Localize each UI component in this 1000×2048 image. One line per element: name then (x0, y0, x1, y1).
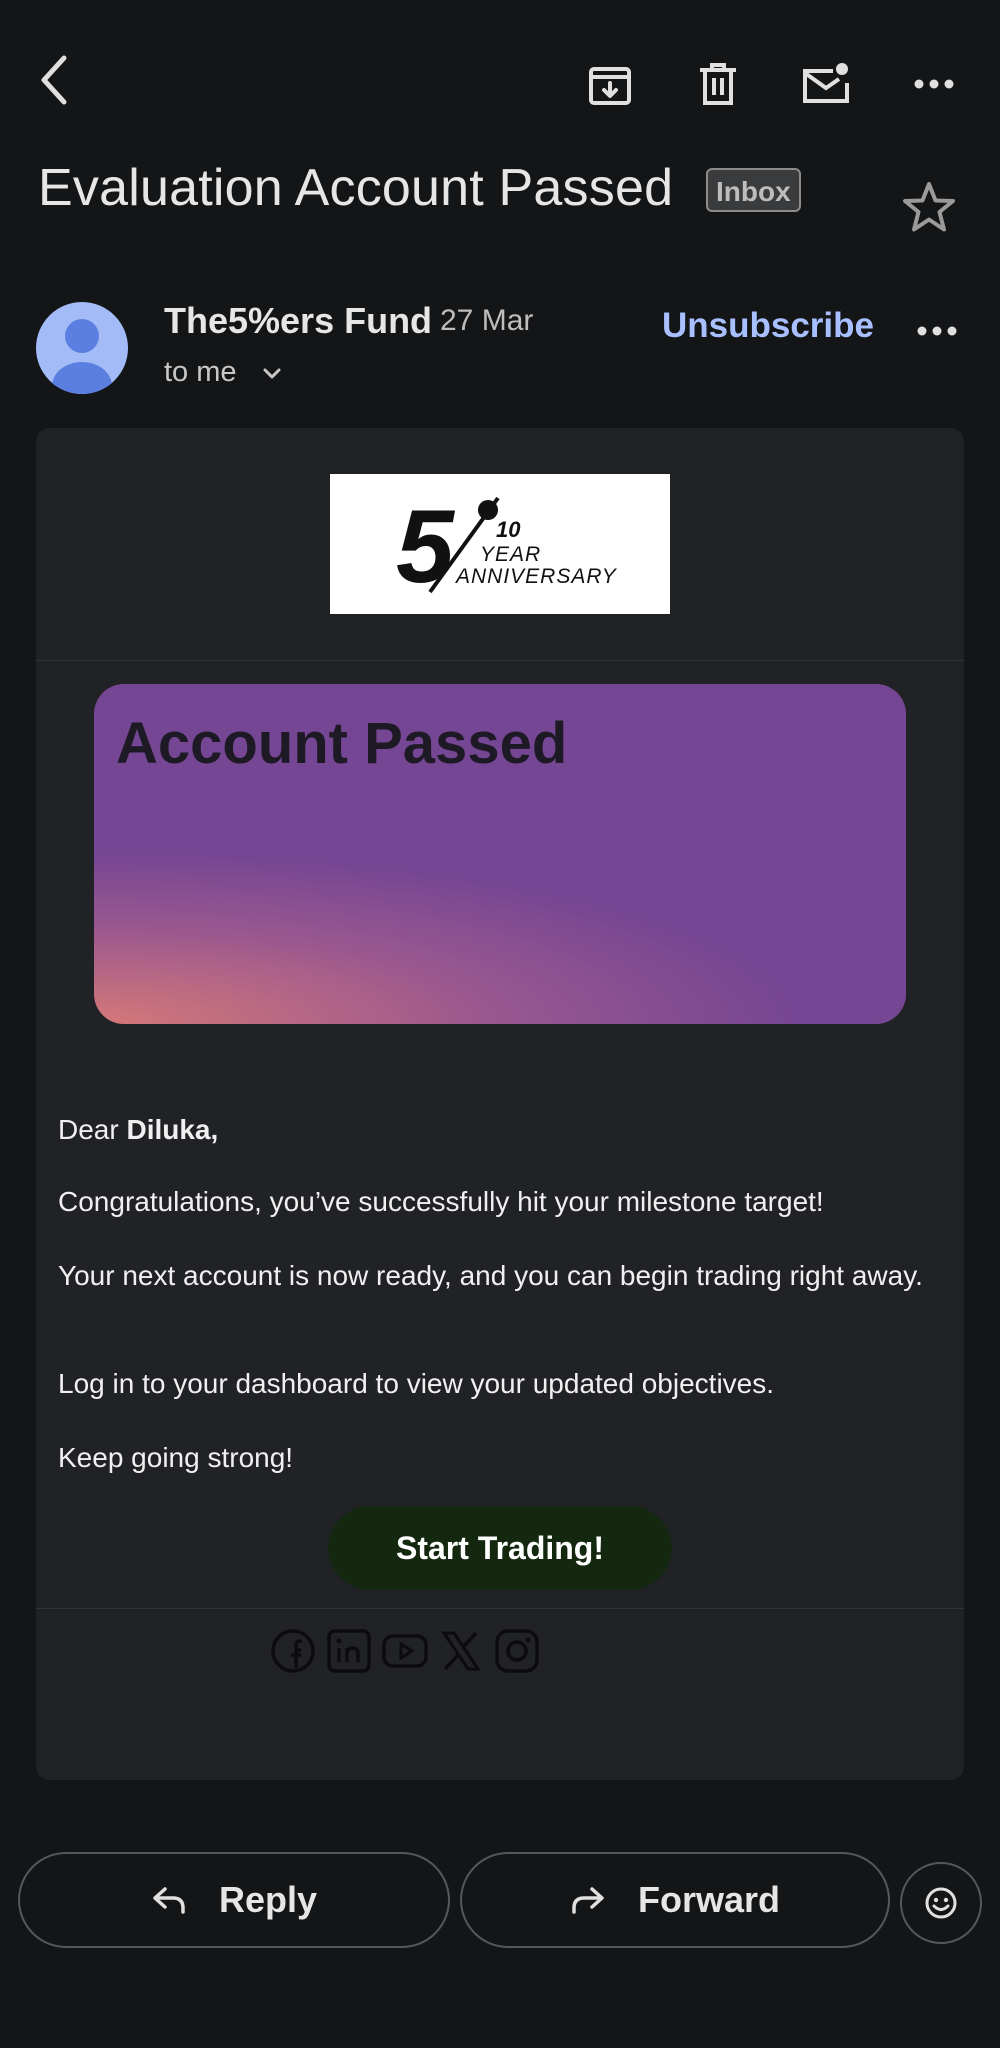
message-more-button[interactable] (906, 300, 968, 362)
footer-divider (36, 1608, 964, 1609)
social-links (270, 1628, 540, 1688)
mail-unread-icon (803, 63, 849, 103)
more-horizontal-icon (917, 326, 957, 336)
linkedin-icon[interactable] (326, 1628, 372, 1674)
youtube-icon[interactable] (382, 1628, 428, 1674)
paragraph: Log in to your dashboard to view your up… (58, 1368, 775, 1399)
chevron-left-icon (41, 55, 67, 105)
recipient-label[interactable]: to me (164, 356, 237, 389)
header-divider (36, 660, 964, 661)
unsubscribe-link[interactable]: Unsubscribe (662, 306, 874, 346)
svg-text:5: 5 (396, 489, 456, 605)
start-trading-button[interactable]: Start Trading! (328, 1506, 672, 1590)
svg-text:10: 10 (496, 517, 521, 542)
inbox-label-badge[interactable]: Inbox (706, 168, 801, 212)
paragraph: Congratulations, you’ve successfully hit… (58, 1186, 824, 1217)
email-body: 5 10 YEAR ANNIVERSARY Account Passed Dea… (36, 428, 964, 1780)
delete-button[interactable] (686, 52, 750, 116)
archive-icon (589, 67, 631, 105)
facebook-icon[interactable] (270, 1628, 316, 1674)
forward-button[interactable]: Forward (460, 1852, 890, 1948)
x-icon[interactable] (438, 1628, 484, 1674)
reply-label: Reply (218, 1879, 318, 1920)
chevron-down-icon (263, 368, 281, 379)
more-options-button[interactable] (902, 52, 966, 116)
paragraph: Your next account is now ready, and you … (58, 1260, 923, 1291)
reply-icon (153, 1887, 185, 1914)
person-icon (52, 319, 112, 394)
mark-unread-button[interactable] (794, 52, 858, 116)
svg-text:YEAR: YEAR (480, 543, 541, 566)
star-button[interactable] (896, 174, 962, 240)
instagram-icon[interactable] (494, 1628, 540, 1674)
trash-icon (700, 63, 736, 105)
paragraph: Keep going strong! (58, 1442, 294, 1473)
recipient-name: Diluka, (126, 1114, 219, 1145)
svg-text:ANNIVERSARY: ANNIVERSARY (454, 565, 618, 588)
back-button[interactable] (24, 50, 84, 110)
forward-icon (572, 1887, 604, 1914)
star-icon (903, 182, 955, 232)
smiley-icon (925, 1887, 957, 1919)
sender-name[interactable]: The5%ers Fund (164, 300, 432, 342)
hero-banner: Account Passed (94, 684, 906, 1024)
brand-logo: 5 10 YEAR ANNIVERSARY (330, 474, 670, 614)
emoji-reaction-button[interactable] (900, 1862, 982, 1944)
archive-button[interactable] (578, 52, 642, 116)
expand-details-button[interactable] (258, 364, 286, 384)
more-horizontal-icon (914, 79, 954, 89)
forward-label: Forward (637, 1879, 780, 1920)
avatar[interactable] (36, 302, 128, 394)
email-subject: Evaluation Account Passed (38, 159, 674, 217)
reply-button[interactable]: Reply (18, 1852, 450, 1948)
hero-title: Account Passed (116, 711, 568, 776)
email-date: 27 Mar (440, 304, 534, 337)
greeting: Dear Diluka, (58, 1114, 219, 1145)
